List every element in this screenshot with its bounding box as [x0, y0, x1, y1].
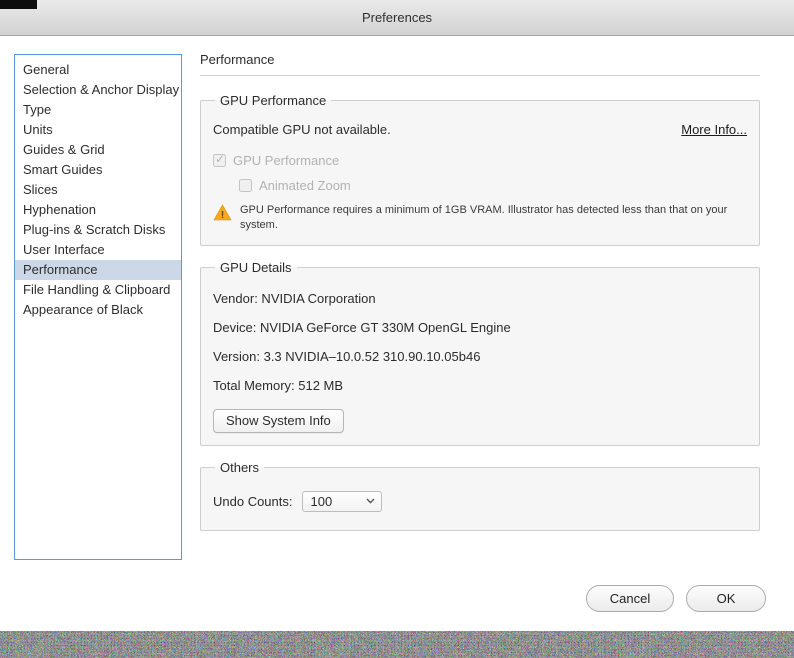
vram-warning: ! GPU Performance requires a minimum of … [213, 203, 747, 233]
undo-counts-value: 100 [310, 493, 333, 509]
sidebar-item-file-handling-clipboard[interactable]: File Handling & Clipboard [15, 280, 181, 300]
animated-zoom-checkbox[interactable] [239, 179, 252, 192]
sidebar-item-smart-guides[interactable]: Smart Guides [15, 160, 181, 180]
cancel-button[interactable]: Cancel [586, 585, 674, 612]
sidebar-item-plugins-scratch-disks[interactable]: Plug-ins & Scratch Disks [15, 220, 181, 240]
sidebar-item-guides-grid[interactable]: Guides & Grid [15, 140, 181, 160]
show-system-info-button[interactable]: Show System Info [213, 408, 344, 433]
sidebar-item-general[interactable]: General [15, 60, 181, 80]
sidebar-item-performance[interactable]: Performance [15, 260, 181, 280]
panel-title-divider [200, 75, 760, 76]
window-titlebar[interactable]: Preferences [0, 0, 794, 36]
gpu-details-group-label: GPU Details [220, 259, 292, 275]
gpu-performance-checkbox-row: GPU Performance [213, 152, 747, 168]
others-group: Others Undo Counts: 100 [200, 459, 760, 531]
panel-title: Performance [200, 52, 275, 67]
undo-counts-row: Undo Counts: 100 [213, 490, 747, 512]
gpu-total-memory-text: Total Memory: 512 MB [213, 377, 344, 393]
gpu-details-group: GPU Details Vendor: NVIDIA Corporation D… [200, 259, 760, 446]
animated-zoom-checkbox-label: Animated Zoom [259, 178, 351, 193]
more-info-link[interactable]: More Info... [681, 122, 747, 137]
screen-artifact [0, 0, 37, 9]
animated-zoom-checkbox-row: Animated Zoom [239, 178, 747, 193]
undo-counts-select[interactable]: 100 [301, 490, 382, 512]
vram-warning-text: GPU Performance requires a minimum of 1G… [240, 204, 728, 231]
screen-noise-band [0, 631, 794, 658]
warning-triangle-icon: ! [213, 204, 232, 221]
sidebar-item-hyphenation[interactable]: Hyphenation [15, 200, 181, 220]
sidebar-item-type[interactable]: Type [15, 100, 181, 120]
gpu-performance-checkbox[interactable] [213, 152, 226, 167]
performance-panel: Performance GPU Performance Compatible G… [200, 52, 760, 545]
ok-button[interactable]: OK [686, 585, 766, 612]
others-group-label: Others [220, 459, 260, 475]
gpu-status-text: Compatible GPU not available. [213, 122, 391, 137]
preferences-category-list: General Selection & Anchor Display Type … [14, 54, 182, 560]
sidebar-item-selection-anchor-display[interactable]: Selection & Anchor Display [15, 80, 181, 100]
sidebar-item-slices[interactable]: Slices [15, 180, 181, 200]
dialog-footer: Cancel OK [586, 585, 766, 612]
gpu-vendor-text: Vendor: NVIDIA Corporation [213, 290, 376, 306]
sidebar-item-units[interactable]: Units [15, 120, 181, 140]
preferences-dialog: Preferences General Selection & Anchor D… [0, 0, 794, 658]
gpu-performance-group-label: GPU Performance [220, 93, 327, 108]
sidebar-item-user-interface[interactable]: User Interface [15, 240, 181, 260]
svg-text:!: ! [221, 210, 224, 221]
undo-counts-label: Undo Counts: [213, 493, 293, 509]
gpu-device-text: Device: NVIDIA GeForce GT 330M OpenGL En… [213, 319, 511, 335]
window-title: Preferences [361, 10, 433, 25]
gpu-version-text: Version: 3.3 NVIDIA–10.0.52 310.90.10.05… [213, 348, 481, 364]
gpu-performance-group: GPU Performance Compatible GPU not avail… [200, 93, 760, 246]
sidebar-item-appearance-of-black[interactable]: Appearance of Black [15, 300, 181, 320]
chevron-down-icon [365, 498, 375, 504]
gpu-status-row: Compatible GPU not available. More Info.… [213, 122, 747, 137]
gpu-performance-checkbox-label: GPU Performance [233, 153, 340, 168]
